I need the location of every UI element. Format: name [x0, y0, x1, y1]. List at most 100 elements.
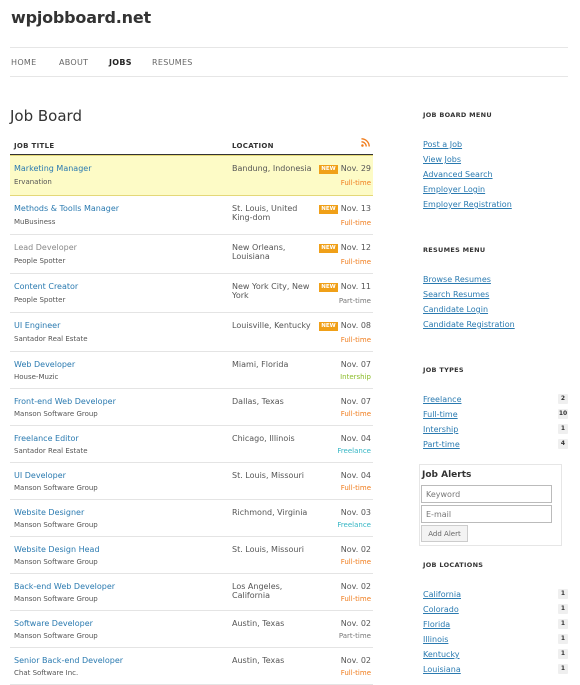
job-title-link[interactable]: Content Creator	[14, 282, 78, 291]
table-row[interactable]: Freelance Editor Santador Real Estate Chic…	[10, 426, 373, 463]
job-title-link[interactable]: Methods & Toolls Manager	[14, 204, 119, 213]
job-location: Los Angeles, California	[232, 582, 283, 600]
job-date: Nov. 02	[341, 619, 371, 628]
alert-email-input[interactable]	[421, 505, 552, 523]
nav-item-jobs[interactable]: JOBS	[109, 58, 132, 67]
company-name: Manson Software Group	[14, 595, 98, 603]
location-count: 1	[558, 604, 568, 614]
job-date: Nov. 02	[341, 656, 371, 665]
job-alerts-widget: Job Alerts Add Alert	[419, 464, 562, 546]
job-date-text: Nov. 02	[340, 619, 371, 628]
job-type: Full-time	[340, 179, 371, 187]
job-type-freelance[interactable]: Freelance	[423, 395, 462, 404]
location-illinois[interactable]: Illinois	[423, 635, 448, 644]
job-date-text: Nov. 13	[340, 204, 371, 213]
job-title-link[interactable]: UI Engineer	[14, 321, 60, 330]
job-date-text: Nov. 07	[340, 397, 371, 406]
job-title-link[interactable]: Web Developer	[14, 360, 75, 369]
job-date: NEW Nov. 08	[319, 321, 371, 331]
table-row[interactable]: Content Creator People Spotter New York Ci…	[10, 274, 373, 313]
job-location: Chicago, Illinois	[232, 434, 295, 443]
job-title-link[interactable]: Freelance Editor	[14, 434, 79, 443]
location-california[interactable]: California	[423, 590, 461, 599]
location-count: 1	[558, 634, 568, 644]
table-row[interactable]: UI Developer Manson Software Group St. Lou…	[10, 463, 373, 500]
company-name: Ervanation	[14, 178, 52, 186]
new-badge: NEW	[319, 322, 338, 331]
job-location: Richmond, Virginia	[232, 508, 308, 517]
header-location[interactable]: LOCATION	[232, 142, 274, 150]
table-row[interactable]: Web Developer House-Muzic Miami, Florida No…	[10, 352, 373, 389]
job-type: Part-time	[338, 632, 371, 640]
table-row[interactable]: Methods & Toolls Manager MuBusiness St. Lo…	[10, 196, 373, 235]
header-job-title[interactable]: JOB TITLE	[14, 142, 54, 150]
job-type: Freelance	[337, 447, 371, 455]
new-badge: NEW	[319, 165, 338, 174]
link-search-resumes[interactable]: Search Resumes	[423, 290, 489, 299]
table-row[interactable]: Senior Back-end Developer Chat Software I…	[10, 648, 373, 685]
table-row[interactable]: Website Design Head Manson Software Group…	[10, 537, 373, 574]
job-date: NEW Nov. 13	[319, 204, 371, 214]
new-badge: NEW	[319, 283, 338, 292]
job-location: Austin, Texas	[232, 656, 285, 665]
table-row[interactable]: Lead Developer People Spotter New Orleans,…	[10, 235, 373, 274]
company-name: People Spotter	[14, 296, 66, 304]
nav-divider-bottom	[10, 76, 568, 77]
job-type: Full-time	[340, 336, 371, 344]
location-kentucky[interactable]: Kentucky	[423, 650, 460, 659]
location-florida[interactable]: Florida	[423, 620, 450, 629]
link-employer-registration[interactable]: Employer Registration	[423, 200, 512, 209]
job-type: Full-time	[340, 219, 371, 227]
link-employer-login[interactable]: Employer Login	[423, 185, 485, 194]
link-browse-resumes[interactable]: Browse Resumes	[423, 275, 491, 284]
location-louisiana[interactable]: Louisiana	[423, 665, 461, 674]
link-candidate-login[interactable]: Candidate Login	[423, 305, 488, 314]
job-title-link[interactable]: Back-end Web Developer	[14, 582, 115, 591]
job-date-text: Nov. 08	[340, 321, 371, 330]
job-title-link[interactable]: Website Design Head	[14, 545, 100, 554]
job-title-link[interactable]: Front-end Web Developer	[14, 397, 116, 406]
table-row[interactable]: Marketing Manager Ervanation Bandung, Indo…	[10, 155, 373, 196]
site-title[interactable]: wpjobboard.net	[11, 8, 151, 27]
company-name: Santador Real Estate	[14, 335, 88, 343]
job-board-menu-heading: JOB BOARD MENU	[423, 111, 492, 119]
link-post-job[interactable]: Post a Job	[423, 140, 462, 149]
job-type-full-time[interactable]: Full-time	[423, 410, 458, 419]
job-type-count: 4	[558, 439, 568, 449]
link-candidate-registration[interactable]: Candidate Registration	[423, 320, 515, 329]
table-header: JOB TITLE LOCATION	[10, 138, 373, 155]
job-title-link[interactable]: Software Developer	[14, 619, 93, 628]
nav-item-about[interactable]: ABOUT	[59, 58, 88, 67]
table-row[interactable]: Front-end Web Developer Manson Software G…	[10, 389, 373, 426]
job-date-text: Nov. 11	[340, 282, 371, 291]
job-title-link[interactable]: Marketing Manager	[14, 164, 91, 173]
job-title-link[interactable]: Website Designer	[14, 508, 84, 517]
job-title-link[interactable]: Senior Back-end Developer	[14, 656, 123, 665]
link-advanced-search[interactable]: Advanced Search	[423, 170, 493, 179]
job-location: Bandung, Indonesia	[232, 164, 312, 173]
job-types-heading: JOB TYPES	[423, 366, 464, 374]
table-row[interactable]: Software Developer Manson Software Group A…	[10, 611, 373, 648]
job-type: Full-time	[340, 484, 371, 492]
alert-keyword-input[interactable]	[421, 485, 552, 503]
table-row[interactable]: UI Engineer Santador Real Estate Louisvill…	[10, 313, 373, 352]
new-badge: NEW	[319, 205, 338, 214]
job-title-link[interactable]: UI Developer	[14, 471, 66, 480]
new-badge: NEW	[319, 244, 338, 253]
job-type-intership[interactable]: Intership	[423, 425, 458, 434]
job-location: Miami, Florida	[232, 360, 289, 369]
jobs-table: JOB TITLE LOCATION Marketing Manager Erva…	[10, 138, 373, 685]
company-name: MuBusiness	[14, 218, 56, 226]
nav-item-home[interactable]: HOME	[11, 58, 36, 67]
link-view-jobs[interactable]: View Jobs	[423, 155, 461, 164]
location-colorado[interactable]: Colorado	[423, 605, 459, 614]
table-row[interactable]: Website Designer Manson Software Group Ric…	[10, 500, 373, 537]
job-type-part-time[interactable]: Part-time	[423, 440, 460, 449]
job-location: Austin, Texas	[232, 619, 285, 628]
rss-icon[interactable]	[361, 138, 370, 147]
job-title-link[interactable]: Lead Developer	[14, 243, 77, 252]
table-row[interactable]: Back-end Web Developer Manson Software Gr…	[10, 574, 373, 611]
add-alert-button[interactable]: Add Alert	[421, 525, 468, 542]
job-type: Intership	[340, 373, 371, 381]
nav-item-resumes[interactable]: RESUMES	[152, 58, 193, 67]
